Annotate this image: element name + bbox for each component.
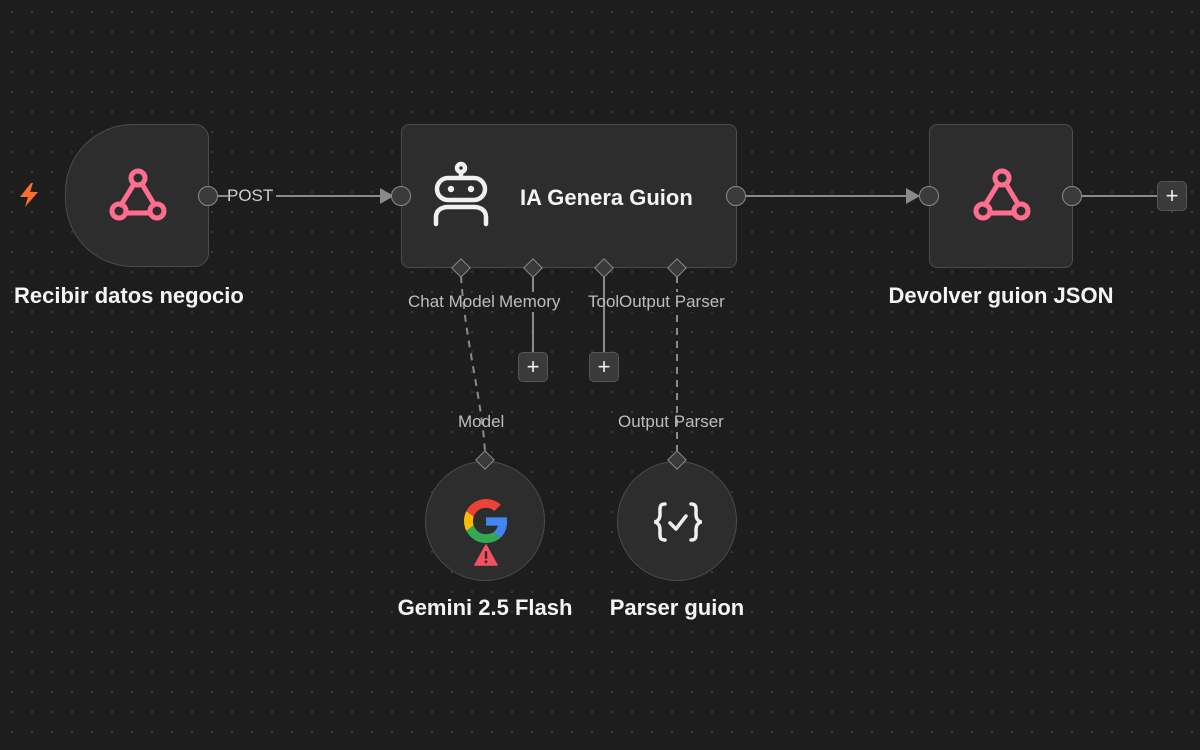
webhook-icon xyxy=(970,165,1034,229)
webhook-trigger-output-handle[interactable] xyxy=(198,186,218,206)
gemini-model-title: Gemini 2.5 Flash xyxy=(397,595,573,620)
add-next-node-button[interactable]: + xyxy=(1157,181,1187,211)
add-tool-button[interactable]: + xyxy=(589,352,619,382)
robot-icon xyxy=(428,161,494,227)
arrow-head-respond xyxy=(906,188,920,204)
output-parser-input-label: Output Parser xyxy=(619,292,725,312)
structured-output-icon xyxy=(653,502,703,542)
output-parser-node[interactable] xyxy=(617,461,737,581)
ai-agent-title: IA Genera Guion xyxy=(520,185,693,210)
ai-agent-output-handle[interactable] xyxy=(726,186,746,206)
warning-icon[interactable] xyxy=(474,544,498,566)
webhook-trigger-node[interactable] xyxy=(65,124,209,267)
tool-input-label: Tool xyxy=(588,292,620,311)
ai-agent-input-handle[interactable] xyxy=(391,186,411,206)
respond-webhook-title: Devolver guion JSON xyxy=(888,283,1114,308)
respond-webhook-input-handle[interactable] xyxy=(919,186,939,206)
webhook-icon xyxy=(106,165,170,229)
output-parser-title: Parser guion xyxy=(609,595,745,620)
trigger-bolt-icon xyxy=(17,182,41,208)
workflow-canvas[interactable]: POST Recibir datos negocio IA Genera Gui… xyxy=(0,0,1200,750)
memory-input-label: Memory xyxy=(499,292,561,312)
post-branch-label: POST xyxy=(227,186,274,205)
parser-output-label: Output Parser xyxy=(618,412,724,431)
add-memory-button[interactable]: + xyxy=(518,352,548,382)
ai-agent-node[interactable]: IA Genera Guion xyxy=(401,124,737,268)
model-output-label: Model xyxy=(458,412,505,431)
respond-webhook-output-handle[interactable] xyxy=(1062,186,1082,206)
google-icon xyxy=(464,499,508,543)
respond-webhook-node[interactable] xyxy=(929,124,1073,268)
webhook-trigger-title: Recibir datos negocio xyxy=(14,283,244,308)
gemini-model-node[interactable] xyxy=(425,461,545,581)
chat-model-input-label: Chat Model xyxy=(408,292,495,311)
